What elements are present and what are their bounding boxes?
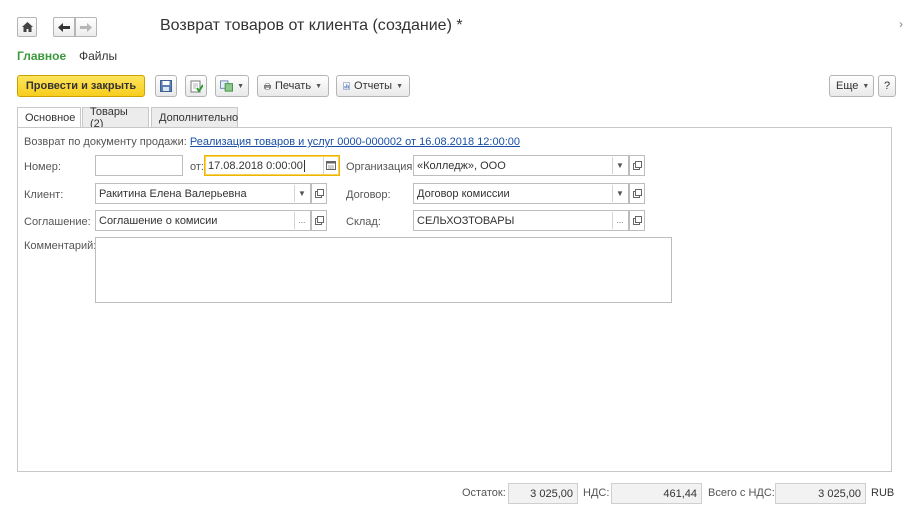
calendar-icon: [326, 161, 336, 170]
forward-button[interactable]: [75, 17, 97, 37]
open-icon: [314, 189, 324, 198]
reports-icon: [343, 82, 351, 90]
post-and-close-button[interactable]: Провести и закрыть: [17, 75, 145, 97]
chevron-right-icon[interactable]: ›: [899, 17, 903, 31]
chevron-down-icon: ▼: [616, 161, 624, 170]
arrow-left-icon: [58, 22, 70, 32]
client-open-button[interactable]: [311, 183, 327, 204]
ellipsis-icon: ...: [616, 216, 624, 225]
agreement-select-button[interactable]: ...: [294, 212, 309, 229]
warehouse-open-button[interactable]: [629, 210, 645, 231]
client-dropdown-button[interactable]: ▼: [294, 185, 309, 202]
warehouse-value: СЕЛЬХОЗТОВАРЫ: [417, 214, 515, 227]
currency-label: RUB: [871, 487, 895, 499]
agreement-value: Соглашение о комисии: [99, 214, 218, 227]
date-label: от:: [190, 161, 204, 173]
warehouse-field[interactable]: СЕЛЬХОЗТОВАРЫ ...: [413, 210, 629, 231]
page-title: Возврат товаров от клиента (создание) *: [160, 17, 463, 34]
section-files[interactable]: Файлы: [79, 49, 117, 63]
open-icon: [632, 216, 642, 225]
total-with-vat-field: 3 025,00: [775, 483, 866, 504]
number-field[interactable]: [95, 155, 183, 176]
print-button[interactable]: Печать ▼: [257, 75, 329, 97]
contract-open-button[interactable]: [629, 183, 645, 204]
ellipsis-icon: ...: [298, 216, 306, 225]
vat-label: НДС:: [583, 487, 610, 499]
client-label: Клиент:: [24, 189, 64, 201]
basis-document-link[interactable]: Реализация товаров и услуг 0000-000002 о…: [190, 136, 520, 148]
reports-label: Отчеты: [354, 80, 393, 92]
post-document-icon: [190, 80, 203, 93]
help-button[interactable]: ?: [878, 75, 896, 97]
create-based-on-button[interactable]: ▼: [215, 75, 249, 97]
tab-main[interactable]: Основное: [17, 107, 81, 128]
print-label: Печать: [275, 80, 312, 92]
reports-button[interactable]: Отчеты ▼: [336, 75, 410, 97]
text-cursor: [303, 159, 305, 172]
basis-label-text: Возврат по документу продажи:: [24, 136, 187, 148]
section-main[interactable]: Главное: [17, 49, 66, 63]
date-value: 17.08.2018 0:00:00: [208, 159, 303, 172]
warehouse-select-button[interactable]: ...: [612, 212, 627, 229]
create-based-on-icon: [220, 80, 234, 92]
agreement-open-button[interactable]: [311, 210, 327, 231]
open-icon: [314, 216, 324, 225]
agreement-field[interactable]: Соглашение о комисии ...: [95, 210, 311, 231]
chevron-down-icon: ▼: [315, 82, 322, 90]
organization-label: Организация:: [346, 161, 416, 173]
calendar-button[interactable]: [323, 157, 338, 174]
chevron-down-icon: ▼: [237, 82, 244, 90]
back-button[interactable]: [53, 17, 75, 37]
warehouse-label: Склад:: [346, 216, 381, 228]
open-icon: [632, 189, 642, 198]
chevron-down-icon: ▼: [862, 82, 870, 90]
home-button[interactable]: [17, 17, 37, 37]
contract-field[interactable]: Договор комиссии ▼: [413, 183, 629, 204]
client-field[interactable]: Ракитина Елена Валерьевна ▼: [95, 183, 311, 204]
organization-dropdown-button[interactable]: ▼: [612, 157, 627, 174]
contract-dropdown-button[interactable]: ▼: [612, 185, 627, 202]
save-icon: [160, 80, 172, 92]
save-button[interactable]: [155, 75, 177, 97]
arrow-right-icon: [80, 22, 92, 32]
contract-label: Договор:: [346, 189, 391, 201]
date-field[interactable]: 17.08.2018 0:00:00: [204, 155, 340, 176]
organization-value: «Колледж», ООО: [417, 159, 506, 172]
agreement-label: Соглашение:: [24, 216, 91, 228]
balance-field: 3 025,00: [508, 483, 578, 504]
open-icon: [632, 161, 642, 170]
balance-label: Остаток:: [462, 487, 506, 499]
chevron-down-icon: ▼: [616, 189, 624, 198]
number-label: Номер:: [24, 161, 61, 173]
organization-field[interactable]: «Колледж», ООО ▼: [413, 155, 629, 176]
home-icon: [21, 22, 33, 32]
vat-field: 461,44: [611, 483, 702, 504]
printer-icon: [264, 82, 272, 90]
more-button[interactable]: Еще ▼: [829, 75, 874, 97]
contract-value: Договор комиссии: [417, 187, 510, 200]
organization-open-button[interactable]: [629, 155, 645, 176]
total-with-vat-label: Всего с НДС:: [708, 487, 775, 499]
chevron-down-icon: ▼: [396, 82, 403, 90]
more-label: Еще: [836, 80, 859, 92]
post-button[interactable]: [185, 75, 207, 97]
comment-label: Комментарий:: [24, 240, 97, 252]
tab-additional[interactable]: Дополнительно: [151, 107, 238, 127]
basis-label: Возврат по документу продажи: Реализация…: [24, 136, 520, 148]
comment-field[interactable]: [95, 237, 672, 303]
client-value: Ракитина Елена Валерьевна: [99, 187, 247, 200]
tab-goods[interactable]: Товары (2): [82, 106, 149, 130]
chevron-down-icon: ▼: [298, 189, 306, 198]
